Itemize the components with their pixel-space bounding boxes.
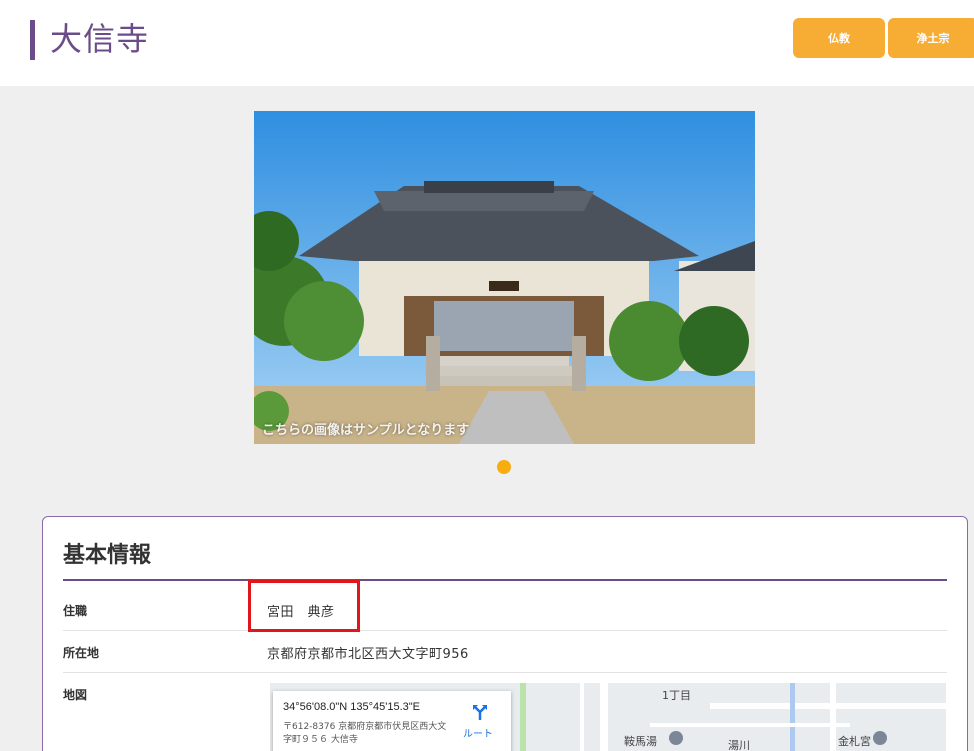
heading-divider	[63, 579, 947, 581]
page-title: 大信寺	[50, 20, 150, 58]
embedded-map[interactable]: 34°56'08.0"N 135°45'15.3"E 〒612-8376 京都府…	[270, 683, 946, 751]
temple-illustration	[254, 111, 755, 444]
map-label: 1丁目	[662, 689, 691, 702]
info-label: 地図	[63, 688, 88, 702]
page-header: 大信寺 仏教 浄土宗	[0, 0, 974, 86]
highlight-box	[248, 580, 360, 632]
temple-photo: こちらの画像はサンプルとなります	[254, 111, 755, 444]
route-link[interactable]: ルート	[463, 725, 493, 740]
info-row-priest: 住職 宮田 典彦	[63, 589, 947, 631]
info-label: 所在地	[63, 646, 100, 660]
map-address: 〒612-8376 京都府京都市伏見区西大文字町９５６ 大信寺	[283, 722, 447, 745]
basic-info-heading: 基本情報	[63, 543, 152, 568]
tag-button-buddhism[interactable]: 仏教	[793, 18, 885, 58]
info-value: 京都府京都市北区西大文字町956	[267, 647, 469, 662]
map-coordinates: 34°56'08.0"N 135°45'15.3"E	[283, 701, 421, 713]
map-label: 金札宮	[838, 735, 871, 748]
tag-button-jodo-shu[interactable]: 浄土宗	[888, 18, 974, 58]
map-label: 湯川	[728, 739, 750, 751]
carousel-dot[interactable]	[497, 460, 511, 474]
info-row-address: 所在地 京都府京都市北区西大文字町956	[63, 631, 947, 673]
photo-sample-caption: こちらの画像はサンプルとなります	[262, 423, 470, 438]
map-label: 鞍馬湯	[624, 735, 657, 748]
info-label: 住職	[63, 604, 88, 618]
map-info-window: 34°56'08.0"N 135°45'15.3"E 〒612-8376 京都府…	[273, 691, 511, 751]
route-icon[interactable]	[471, 703, 489, 721]
title-accent-bar	[30, 20, 35, 60]
